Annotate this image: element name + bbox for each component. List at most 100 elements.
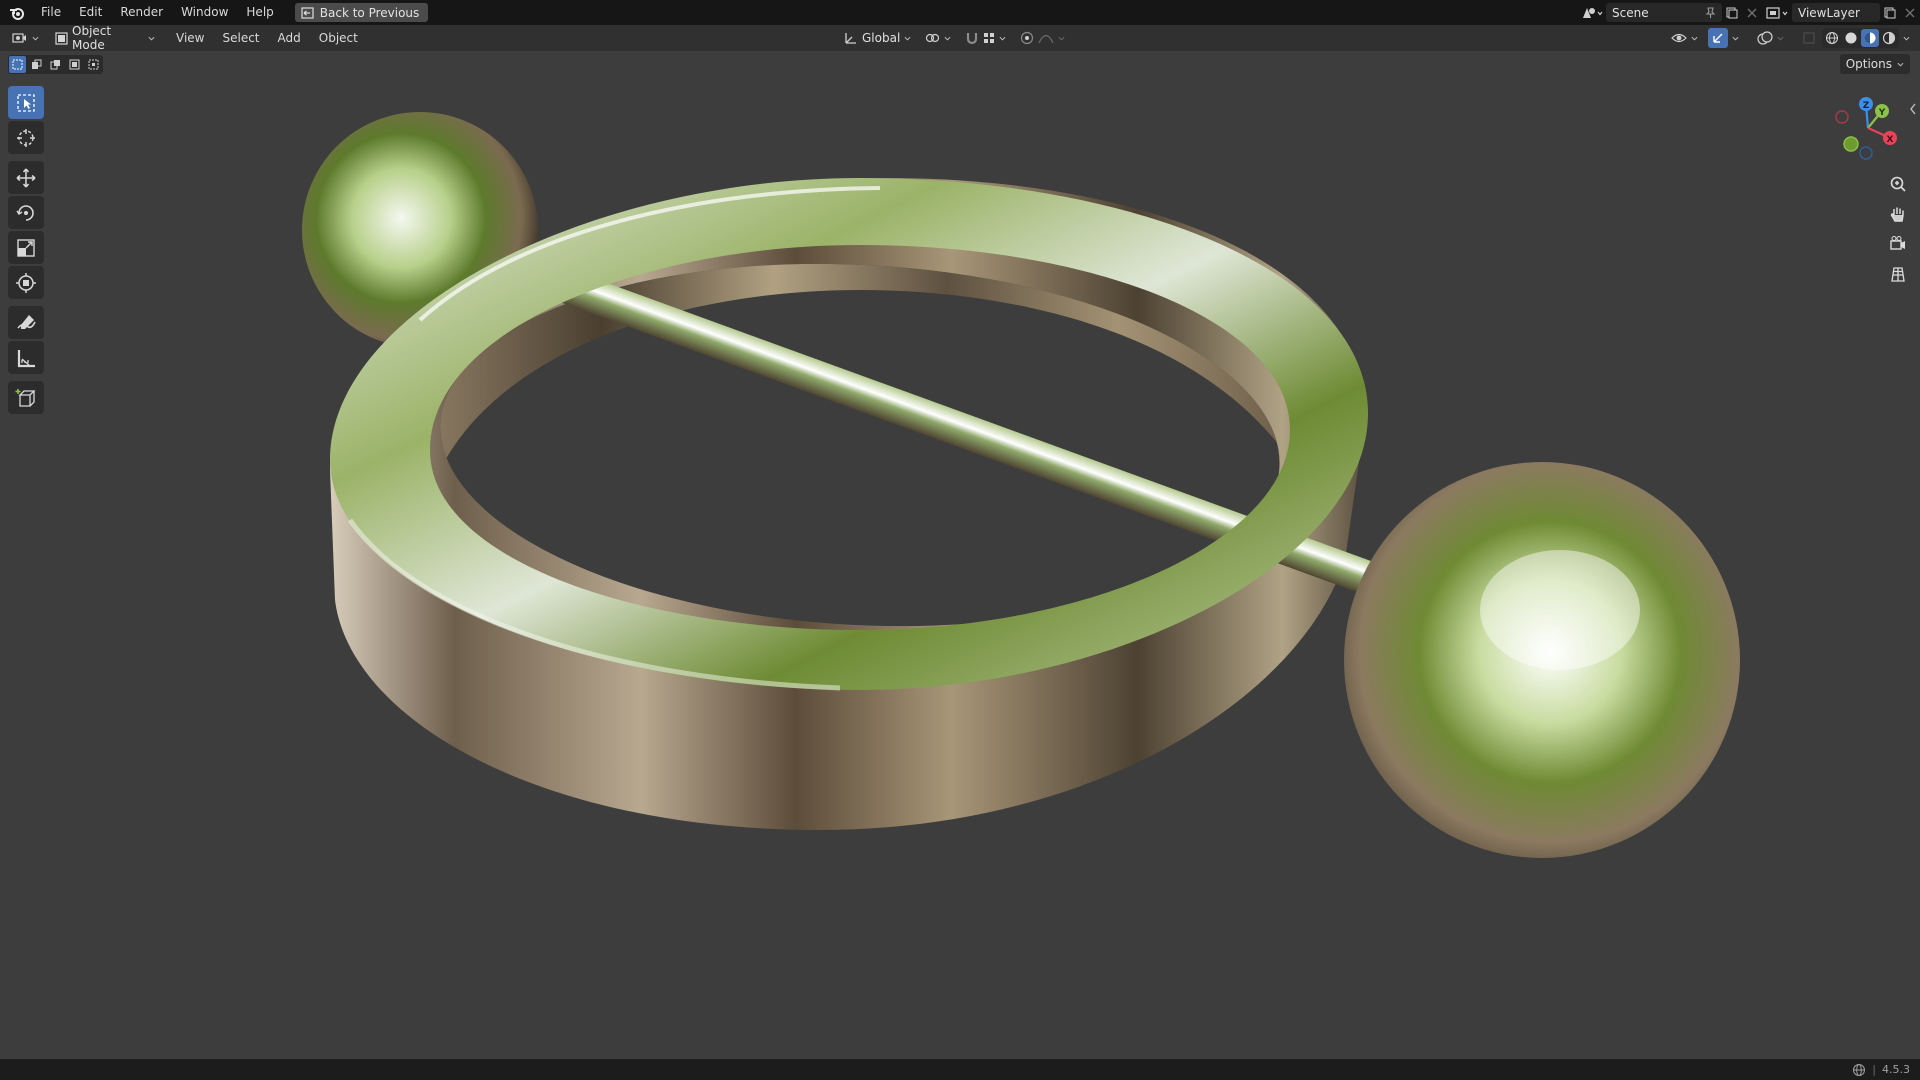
scale-icon <box>17 238 35 257</box>
select-new-button[interactable] <box>9 56 26 73</box>
camera-icon <box>1890 235 1905 250</box>
transform-tool[interactable] <box>8 266 44 299</box>
proportional-edit-toggle[interactable] <box>1014 28 1071 48</box>
falloff-icon[interactable] <box>1038 32 1054 44</box>
select-invert-icon <box>69 59 80 70</box>
measure-tool[interactable] <box>8 341 44 374</box>
scene-controls: Scene ViewLayer <box>1578 0 1920 25</box>
shading-options-chevron-icon[interactable] <box>1903 35 1910 42</box>
delete-scene-icon[interactable] <box>1742 3 1762 22</box>
menu-render[interactable]: Render <box>111 0 172 25</box>
menu-edit[interactable]: Edit <box>70 0 111 25</box>
new-scene-icon[interactable] <box>1722 3 1742 22</box>
add-cube-tool[interactable] <box>8 381 44 414</box>
select-invert-button[interactable] <box>66 56 83 73</box>
wireframe-shading-button[interactable] <box>1823 29 1841 47</box>
grid-view-icon <box>1891 266 1905 282</box>
chevron-down-icon <box>999 36 1006 41</box>
scene-selector-icon[interactable] <box>1578 3 1606 22</box>
select-extend-button[interactable] <box>28 56 45 73</box>
solid-shading-icon <box>1845 32 1857 44</box>
gizmo-y-label: Y <box>1878 108 1886 118</box>
overlay-toggle[interactable] <box>1751 28 1790 48</box>
editor-type-dropdown[interactable] <box>6 28 45 48</box>
move-tool[interactable] <box>8 161 44 194</box>
back-to-previous-button[interactable]: Back to Previous <box>294 3 429 22</box>
select-subtract-button[interactable] <box>47 56 64 73</box>
view-menu[interactable]: View <box>167 26 213 51</box>
chevron-down-icon <box>1058 36 1065 41</box>
chevron-down-icon <box>944 36 951 41</box>
overlay-icon <box>1757 31 1773 45</box>
object-mode-dropdown[interactable]: Object Mode <box>49 24 161 52</box>
rotate-icon <box>16 204 34 221</box>
chevron-down-icon <box>904 36 911 41</box>
cursor-tool[interactable] <box>8 121 44 154</box>
material-shading-icon <box>1864 32 1876 44</box>
transform-controls: Global <box>838 28 1071 48</box>
proportional-edit-icon <box>1021 31 1034 45</box>
sidebar-toggle-icon[interactable] <box>1909 103 1917 115</box>
gizmo-icon <box>1713 33 1723 43</box>
select-box-tool[interactable] <box>8 86 44 119</box>
scene-name-field[interactable]: Scene <box>1606 3 1722 22</box>
3d-viewport[interactable]: Options Z Y X <box>0 51 1920 1059</box>
cursor-icon <box>17 128 35 147</box>
visibility-dropdown[interactable] <box>1665 28 1704 48</box>
annotate-icon <box>17 314 36 329</box>
blender-logo-icon[interactable] <box>8 4 26 22</box>
material-shading-button[interactable] <box>1861 29 1879 47</box>
delete-viewlayer-icon[interactable] <box>1900 3 1920 22</box>
new-viewlayer-icon[interactable] <box>1880 3 1900 22</box>
menu-window[interactable]: Window <box>172 0 237 25</box>
viewlayer-name-field[interactable]: ViewLayer <box>1792 3 1880 22</box>
scene-render[interactable] <box>0 51 1920 1059</box>
chevron-down-icon <box>1897 62 1904 67</box>
gizmo-options-chevron-icon[interactable] <box>1732 35 1739 42</box>
navigation-gizmo[interactable]: Z Y X <box>1834 92 1906 164</box>
orientation-label: Global <box>862 31 901 45</box>
zoom-button[interactable] <box>1883 170 1913 197</box>
perspective-toggle-button[interactable] <box>1883 260 1913 287</box>
object-menu[interactable]: Object <box>310 26 367 51</box>
rendered-shading-icon <box>1882 31 1896 45</box>
transform-orientation-dropdown[interactable]: Global <box>838 28 917 48</box>
select-menu[interactable]: Select <box>213 26 268 51</box>
rendered-shading-button[interactable] <box>1880 29 1898 47</box>
chevron-down-icon <box>148 36 155 41</box>
object-mode-icon <box>55 31 68 45</box>
scene-label: Scene <box>1612 5 1649 20</box>
transform-icon <box>16 272 36 293</box>
visibility-icon <box>1671 33 1687 43</box>
scale-tool[interactable] <box>8 231 44 264</box>
chevron-down-icon <box>1777 36 1784 41</box>
options-dropdown[interactable]: Options <box>1839 54 1910 74</box>
snap-grid-icon[interactable] <box>983 32 995 44</box>
pivot-point-dropdown[interactable] <box>919 28 957 48</box>
camera-view-button[interactable] <box>1883 230 1913 257</box>
add-cube-icon <box>15 388 36 407</box>
select-intersect-icon <box>88 59 99 70</box>
annotate-tool[interactable] <box>8 306 44 339</box>
xray-toggle[interactable] <box>1800 29 1818 47</box>
status-divider: | <box>1872 1063 1876 1076</box>
menu-file[interactable]: File <box>32 0 70 25</box>
pan-button[interactable] <box>1883 200 1913 227</box>
zoom-icon <box>1890 176 1906 192</box>
snap-toggle[interactable] <box>959 28 1012 48</box>
wireframe-shading-icon <box>1825 31 1839 45</box>
select-box-icon <box>17 93 35 112</box>
add-menu[interactable]: Add <box>269 26 310 51</box>
globe-icon <box>1853 1063 1866 1076</box>
menu-help[interactable]: Help <box>237 0 282 25</box>
select-new-icon <box>12 59 23 70</box>
navigation-tools <box>1883 170 1913 287</box>
select-intersect-button[interactable] <box>85 56 102 73</box>
viewport-header: Object Mode View Select Add Object Globa… <box>0 24 1920 52</box>
rotate-tool[interactable] <box>8 196 44 229</box>
solid-shading-button[interactable] <box>1842 29 1860 47</box>
select-subtract-icon <box>50 60 60 70</box>
pin-icon[interactable] <box>1705 6 1716 19</box>
gizmo-toggle[interactable] <box>1708 28 1728 48</box>
viewlayer-selector-icon[interactable] <box>1762 3 1792 22</box>
